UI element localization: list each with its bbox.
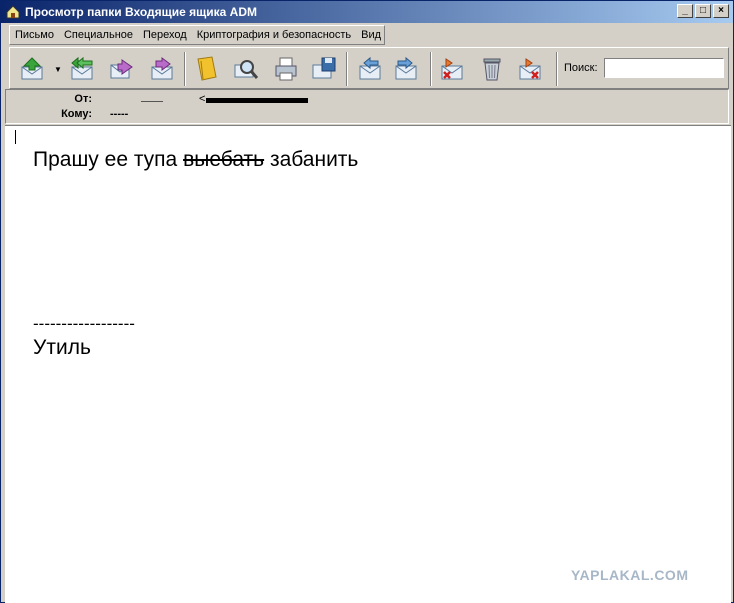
menu-view[interactable]: Вид bbox=[356, 29, 386, 41]
junk-icon bbox=[519, 58, 541, 80]
get-mail-icon bbox=[21, 57, 43, 80]
to-label: Кому: bbox=[61, 108, 92, 120]
signature-separator: ------------------ bbox=[33, 314, 135, 333]
forward-icon bbox=[110, 59, 133, 79]
close-button[interactable]: × bbox=[713, 4, 729, 18]
delete-button[interactable] bbox=[438, 55, 466, 83]
window-title: Просмотр папки Входящие ящика ADM bbox=[25, 5, 258, 19]
message-text-end: забанить bbox=[264, 148, 359, 171]
from-name-redacted bbox=[141, 93, 163, 102]
mail-viewer-window: Просмотр папки Входящие ящика ADM _ □ × … bbox=[0, 0, 734, 603]
junk-button[interactable] bbox=[516, 55, 544, 83]
print-icon bbox=[275, 57, 297, 81]
toolbar-separator bbox=[556, 52, 558, 86]
text-caret bbox=[15, 130, 16, 144]
address-book-icon bbox=[197, 56, 217, 81]
message-text-start: Прашу ее тупа bbox=[33, 148, 184, 171]
redirect-button[interactable] bbox=[148, 55, 176, 83]
trash-button[interactable] bbox=[478, 55, 506, 83]
toolbar-separator bbox=[430, 52, 432, 86]
save-icon bbox=[312, 57, 336, 79]
forward-button[interactable] bbox=[108, 55, 136, 83]
find-button[interactable] bbox=[232, 55, 260, 83]
save-button[interactable] bbox=[310, 55, 338, 83]
address-book-button[interactable] bbox=[192, 55, 220, 83]
reply-all-button[interactable] bbox=[68, 55, 96, 83]
toolbar-separator bbox=[346, 52, 348, 86]
previous-icon bbox=[359, 56, 381, 80]
search-label: Поиск: bbox=[564, 62, 598, 74]
reply-all-icon bbox=[71, 56, 93, 80]
menu-crypto[interactable]: Криптография и безопасность bbox=[192, 29, 356, 41]
from-address[interactable]: < bbox=[199, 93, 205, 105]
find-icon bbox=[234, 60, 259, 79]
redaction-bar bbox=[206, 98, 308, 103]
maximize-button[interactable]: □ bbox=[695, 4, 711, 18]
message-text: Прашу ее тупа выебать забанить bbox=[33, 148, 358, 172]
app-icon bbox=[6, 5, 20, 19]
trash-icon bbox=[483, 58, 501, 81]
previous-button[interactable] bbox=[356, 55, 384, 83]
menu-bar: Письмо Специальное Переход Криптография … bbox=[9, 25, 385, 45]
toolbar-separator bbox=[184, 52, 186, 86]
redirect-icon bbox=[151, 57, 173, 80]
next-button[interactable] bbox=[392, 55, 420, 83]
chevron-down-icon[interactable]: ▼ bbox=[54, 66, 62, 74]
message-body[interactable]: Прашу ее тупа выебать забанить ---------… bbox=[5, 125, 731, 603]
print-button[interactable] bbox=[272, 55, 300, 83]
menu-go[interactable]: Переход bbox=[138, 29, 192, 41]
menu-special[interactable]: Специальное bbox=[59, 29, 138, 41]
title-bar[interactable]: Просмотр папки Входящие ящика ADM _ □ × bbox=[1, 1, 733, 23]
get-mail-button[interactable] bbox=[18, 55, 46, 83]
search-input[interactable] bbox=[604, 58, 724, 78]
message-headers: От: < Кому: ----- bbox=[5, 89, 729, 124]
from-label: От: bbox=[74, 93, 92, 105]
next-icon bbox=[395, 56, 417, 80]
to-value[interactable]: ----- bbox=[110, 108, 128, 120]
message-text-struck: выебать bbox=[183, 148, 265, 171]
toolbar: ▼ Поиск: bbox=[9, 47, 729, 89]
watermark: YAPLAKAL.COM bbox=[571, 567, 689, 583]
signature-name: Утиль bbox=[33, 336, 91, 359]
delete-icon bbox=[441, 58, 463, 80]
menu-message[interactable]: Письмо bbox=[10, 29, 59, 41]
window-controls: _ □ × bbox=[677, 4, 729, 18]
minimize-button[interactable]: _ bbox=[677, 4, 693, 18]
